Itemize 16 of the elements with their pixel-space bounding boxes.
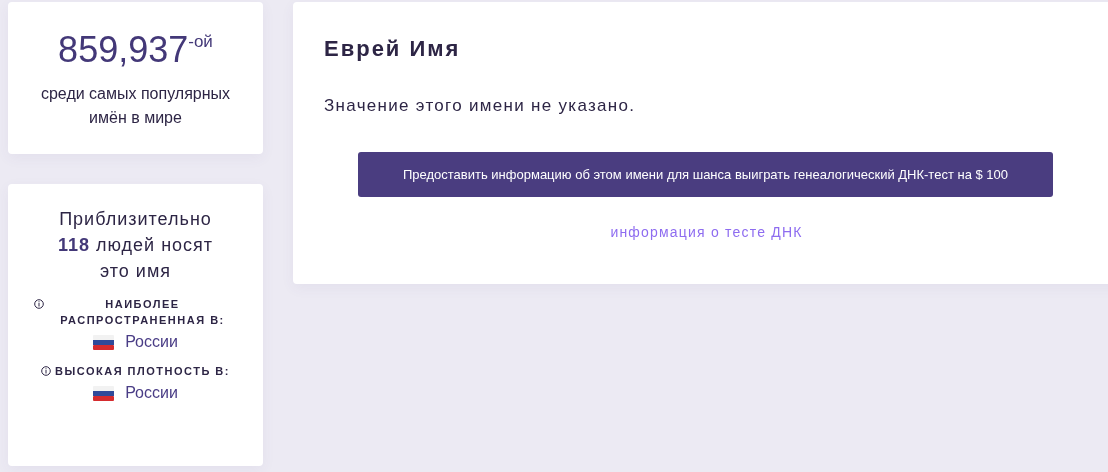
contribute-button[interactable]: Предоставить информацию об этом имени для шанса выиграть генеалогический ДНК-тест на $ 100 bbox=[358, 152, 1053, 197]
info-icon bbox=[33, 299, 44, 309]
rank-suffix: -ой bbox=[188, 32, 213, 52]
dna-info-link[interactable]: информация о тесте ДНК bbox=[610, 224, 803, 240]
section-label: ВЫСОКАЯ ПЛОТНОСТЬ В: bbox=[55, 364, 230, 379]
flag-icon bbox=[93, 385, 115, 401]
rank-caption: среди самых популярных имён в мире bbox=[39, 84, 232, 128]
info-icon bbox=[41, 366, 52, 376]
section-label: НАИБОЛЕЕ РАСПРОСТРАНЕННАЯ В: bbox=[59, 297, 226, 328]
flag-icon bbox=[93, 334, 115, 350]
name-title: Еврей Имя bbox=[324, 36, 462, 62]
country-name[interactable]: России bbox=[125, 333, 178, 351]
country-name[interactable]: России bbox=[125, 384, 178, 402]
count-text: Приблизительно 118 людей носят это имя bbox=[56, 208, 215, 283]
meaning-text: Значение этого имени не указано. bbox=[324, 96, 637, 116]
rank-number: 859,937 bbox=[58, 30, 189, 70]
